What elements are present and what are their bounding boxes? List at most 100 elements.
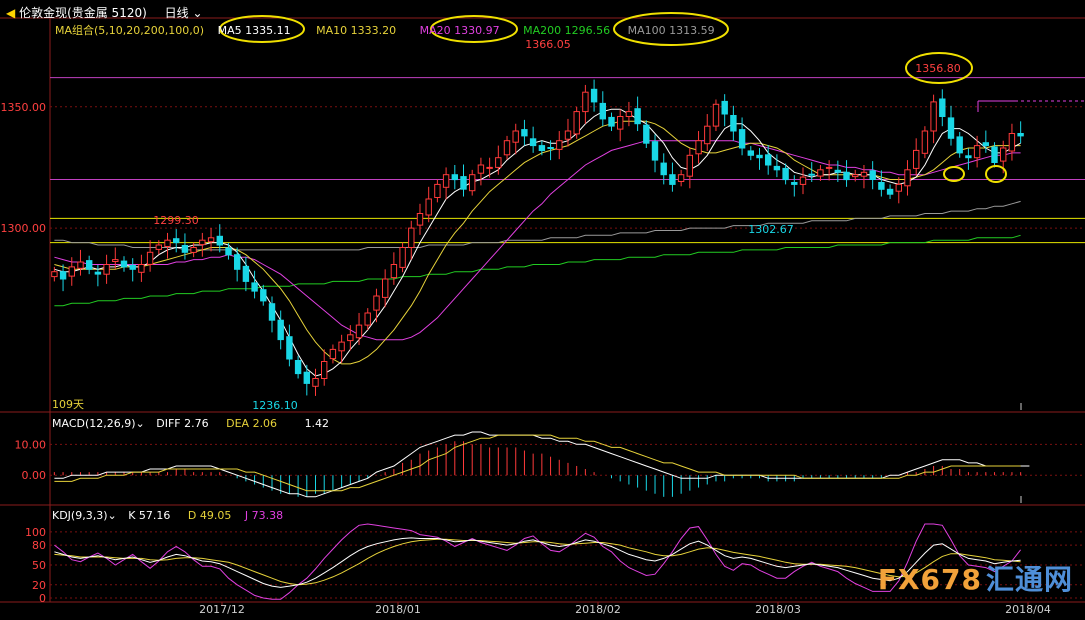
macd-dea: DEA 2.06 [226, 417, 278, 430]
candle-down [529, 138, 537, 147]
candle-up [495, 157, 502, 168]
candle-up [68, 266, 75, 277]
ma-legend: MA组合(5,10,20,200,100,0) MA5 1335.11 MA10… [55, 22, 715, 38]
candle-up [51, 271, 58, 278]
back-arrow-icon[interactable]: ◀ [6, 6, 15, 20]
candle-down [538, 145, 546, 152]
candle-up [477, 164, 485, 174]
candle-up [852, 174, 859, 178]
candle-down [669, 174, 676, 185]
candle-down [730, 115, 737, 132]
candle-up [390, 264, 398, 279]
kdj-j: J 73.38 [244, 509, 284, 522]
x-tick-label: 2018/02 [575, 603, 621, 616]
candle-up [138, 264, 145, 273]
chevron-down-icon[interactable]: ⌄ [136, 417, 145, 430]
period-selector[interactable]: 日线 [165, 6, 189, 20]
candle-up [77, 261, 84, 269]
candle-down [939, 98, 946, 117]
candle-up [1008, 133, 1016, 152]
candle-up [512, 130, 519, 143]
candle-down [651, 141, 659, 161]
candle-down [277, 319, 284, 341]
candle-up [913, 149, 920, 169]
candle-up [103, 264, 110, 275]
candle-down [721, 100, 728, 115]
candle-up [686, 154, 693, 177]
candle-down [460, 176, 467, 190]
candle-up [408, 227, 415, 249]
chart-canvas[interactable]: 1300.00 1350.00 0.00 10.00 020 50 80100 2017/12… [0, 0, 1085, 620]
left-high-label: 1299.30 [153, 214, 199, 227]
candle-down [756, 154, 763, 159]
macd-legend: MACD(12,26,9)⌄ DIFF 2.76 DEA 2.06 1.42 [52, 417, 329, 430]
price-tick-label: 1300.00 [1, 222, 47, 235]
x-tick-label: 2017/12 [199, 603, 245, 616]
candle-down [129, 264, 136, 270]
candle-down [869, 170, 876, 181]
candle-up [677, 174, 685, 182]
candle-up [164, 239, 171, 247]
candle-down [260, 289, 267, 302]
candle-up [382, 278, 389, 298]
candle-up [921, 130, 929, 154]
candle-down [303, 371, 311, 384]
candle-down [782, 167, 789, 181]
candle-down [268, 303, 276, 321]
kdj-tick-label: 80 [32, 539, 46, 552]
candle-up [112, 259, 119, 263]
candle-up [207, 237, 215, 243]
candle-up [973, 145, 981, 159]
days-count-label: 109天 [52, 398, 84, 411]
kdj-d-line [54, 538, 1021, 586]
candle-up [895, 183, 902, 192]
candle-down [878, 182, 885, 190]
kdj-d: D 49.05 [187, 509, 232, 522]
candle-up [373, 295, 380, 311]
candle-up [347, 334, 354, 342]
kdj-tick-label: 100 [25, 526, 46, 539]
candle-down [634, 108, 641, 125]
candle-up [146, 251, 154, 265]
kdj-title[interactable]: KDJ(9,3,3) [52, 509, 108, 522]
ma10-label: MA10 1333.20 [316, 24, 397, 37]
candle-down [791, 182, 798, 185]
candle-down [59, 271, 67, 280]
candle-up [442, 174, 450, 188]
candle-up [486, 166, 493, 169]
candle-down [991, 146, 998, 163]
chevron-down-icon[interactable]: ⌄ [108, 509, 117, 522]
candle-down [94, 271, 102, 275]
candle-up [556, 140, 563, 150]
candle-down [956, 136, 963, 154]
candle-up [355, 324, 363, 339]
candle-down [286, 336, 293, 360]
candle-up [860, 171, 868, 177]
chevron-down-icon[interactable]: ⌄ [192, 6, 202, 20]
candle-up [817, 169, 824, 177]
candle-up [617, 116, 624, 130]
macd-title[interactable]: MACD(12,26,9) [52, 417, 136, 430]
candle-up [695, 140, 702, 155]
candle-up [434, 183, 441, 198]
candle-down [660, 162, 667, 176]
ma100-label: MA100 1313.59 [627, 24, 715, 37]
candle-down [886, 188, 894, 195]
candle-up [799, 176, 807, 185]
candle-down [738, 129, 746, 149]
candle-up [425, 198, 432, 216]
macd-value: 1.42 [304, 417, 330, 430]
x-tick-label: 2018/04 [1005, 603, 1051, 616]
candle-down [843, 171, 850, 181]
candle-up [712, 103, 720, 127]
low-price-label: 1236.10 [252, 399, 298, 412]
ma5-label: MA5 1335.11 [217, 24, 291, 37]
macd-diff: DIFF 2.76 [156, 417, 209, 430]
symbol-name[interactable]: 伦敦金现(贵金属 5120) [19, 6, 147, 20]
candle-down [765, 154, 772, 166]
candle-down [251, 282, 258, 292]
ma-group-label[interactable]: MA组合(5,10,20,200,100,0) [55, 24, 204, 37]
candle-up [199, 239, 206, 246]
candle-down [173, 238, 180, 244]
kdj-tick-label: 20 [32, 579, 46, 592]
